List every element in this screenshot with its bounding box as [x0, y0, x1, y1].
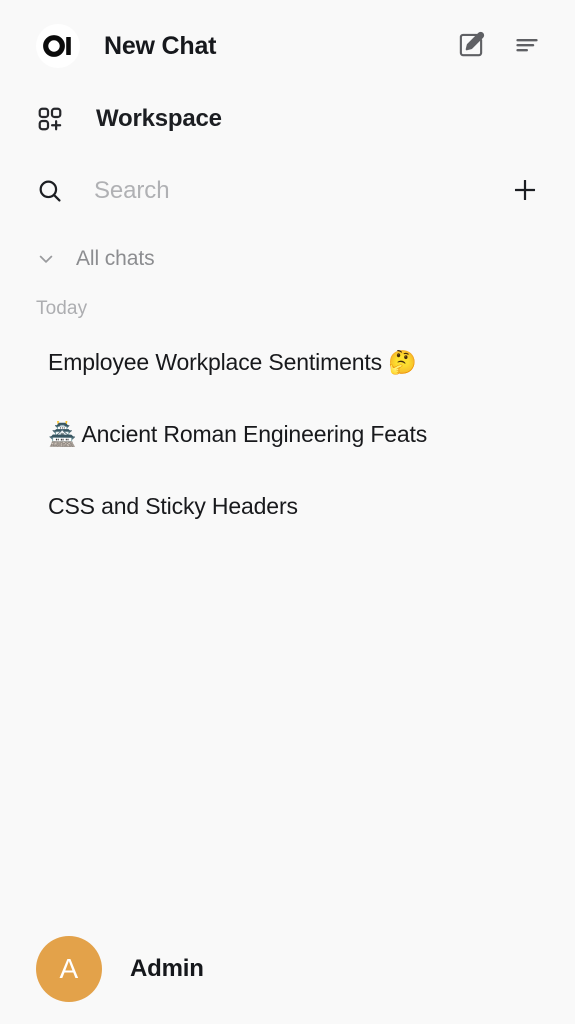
sidebar-item-workspace[interactable]: Workspace — [0, 92, 575, 146]
avatar: A — [36, 936, 102, 1002]
chat-title: CSS and Sticky Headers — [48, 492, 298, 519]
search-input[interactable] — [94, 177, 505, 205]
sidebar-toggle-button[interactable] — [505, 24, 549, 68]
chevron-down-icon — [36, 249, 62, 269]
sidebar-toggle-icon — [512, 30, 542, 63]
sidebar-header: New Chat — [0, 0, 575, 92]
pencil-square-icon — [456, 30, 486, 63]
chat-list: Today Employee Workplace Sentiments 🤔 🏯 … — [0, 292, 575, 542]
open-webui-logo-icon — [36, 24, 80, 68]
search-row — [0, 160, 575, 222]
list-item[interactable]: 🏯 Ancient Roman Engineering Feats — [8, 398, 567, 470]
chat-title: 🏯 Ancient Roman Engineering Feats — [48, 420, 428, 447]
plus-icon — [511, 176, 539, 207]
workspace-grid-plus-icon — [36, 105, 72, 133]
all-chats-label: All chats — [76, 247, 155, 270]
user-menu-button[interactable]: A Admin — [0, 914, 575, 1024]
new-folder-button[interactable] — [505, 171, 545, 211]
sidebar-panel: New Chat Workspace Search All chats Toda… — [0, 0, 575, 1024]
page-title: New Chat — [104, 31, 217, 60]
workspace-label: Workspace — [96, 105, 222, 132]
chat-group-label: Today — [36, 298, 88, 319]
user-name-label: Admin — [130, 955, 204, 982]
list-item[interactable]: Employee Workplace Sentiments 🤔 — [8, 326, 567, 398]
all-chats-toggle[interactable]: All chats — [0, 236, 575, 282]
chat-title: Employee Workplace Sentiments 🤔 — [48, 348, 417, 375]
new-chat-button[interactable] — [449, 24, 493, 68]
list-item[interactable]: CSS and Sticky Headers — [8, 470, 567, 542]
search-icon — [36, 177, 72, 205]
